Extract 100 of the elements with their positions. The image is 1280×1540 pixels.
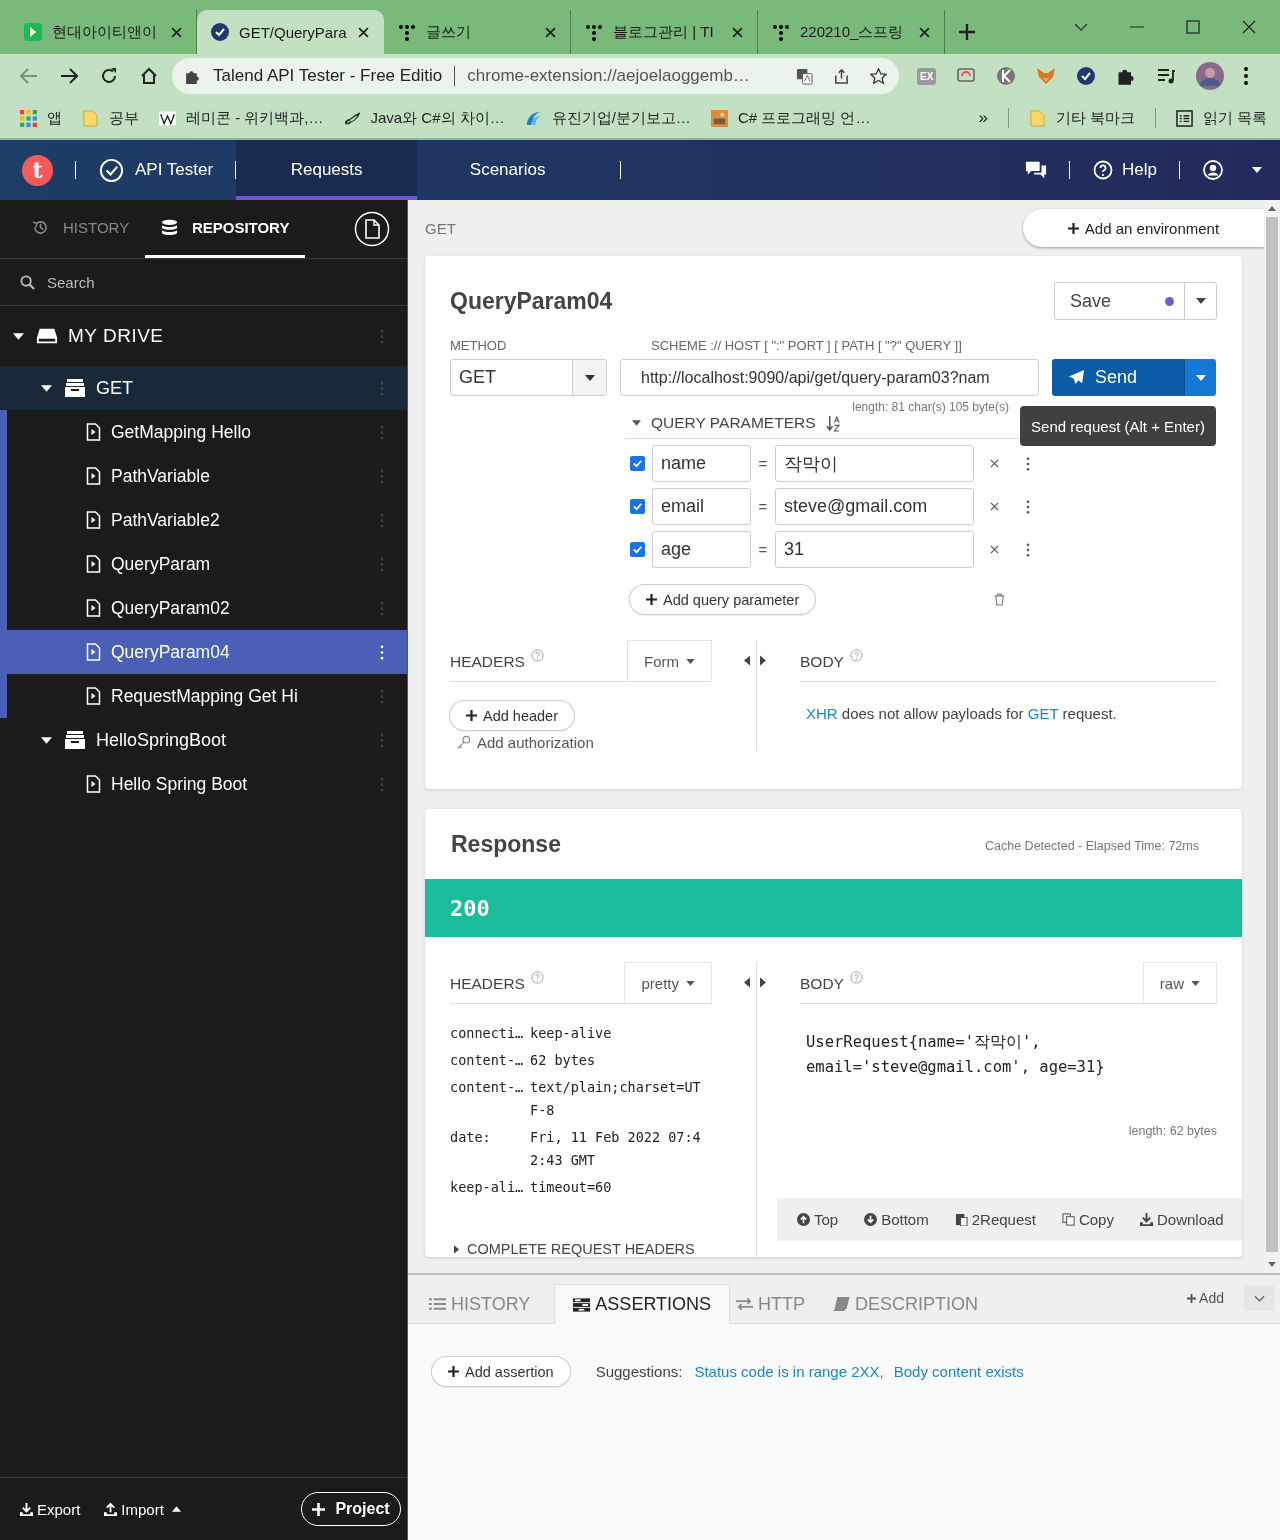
collapse-left-icon[interactable] bbox=[744, 977, 750, 988]
reload-icon[interactable] bbox=[100, 67, 118, 85]
browser-tab[interactable]: GET/QueryPara bbox=[197, 10, 384, 54]
tree-item[interactable]: QueryParam bbox=[7, 542, 407, 586]
method-select[interactable]: GET bbox=[450, 359, 607, 396]
check-circle-icon[interactable] bbox=[1076, 66, 1097, 86]
tree-item[interactable]: PathVariable bbox=[7, 454, 407, 498]
sidebar-tab[interactable]: REPOSITORY bbox=[145, 200, 306, 258]
star-icon[interactable] bbox=[870, 67, 887, 85]
close-icon[interactable] bbox=[919, 26, 930, 38]
mode-dropdown[interactable]: pretty bbox=[624, 962, 712, 1003]
tree-item[interactable]: GET bbox=[0, 366, 407, 410]
tree-item[interactable]: HelloSpringBoot bbox=[0, 718, 407, 762]
tree-item[interactable]: MY DRIVE bbox=[0, 306, 407, 366]
param-value-field[interactable]: steve@gmail.com bbox=[775, 488, 974, 525]
link[interactable]: GET bbox=[1027, 705, 1059, 722]
tree-item[interactable]: QueryParam02 bbox=[7, 586, 407, 630]
send-menu-button[interactable] bbox=[1184, 359, 1216, 396]
export-button[interactable]: Export bbox=[20, 1500, 81, 1518]
mode-dropdown[interactable]: Form bbox=[627, 640, 712, 681]
more-bookmarks[interactable]: » bbox=[978, 108, 988, 128]
suggestion-link[interactable]: Status code is in range 2XX, bbox=[694, 1363, 884, 1380]
maximize-icon[interactable] bbox=[1186, 20, 1200, 34]
checkbox[interactable] bbox=[630, 542, 645, 557]
avatar[interactable] bbox=[1196, 62, 1225, 90]
collapse-button[interactable] bbox=[1244, 1285, 1274, 1311]
trash-icon[interactable] bbox=[994, 593, 1006, 606]
section-toggle[interactable]: COMPLETE REQUEST HEADERS bbox=[450, 1241, 695, 1257]
bookmark[interactable]: 유진기업/분기보고… bbox=[524, 108, 691, 128]
chat-icon[interactable] bbox=[1025, 160, 1048, 180]
search-field[interactable]: Search bbox=[45, 272, 349, 292]
close-icon[interactable] bbox=[990, 459, 999, 468]
checkbox[interactable] bbox=[630, 499, 645, 514]
add-authorization-link[interactable]: Add authorization bbox=[450, 734, 594, 751]
k-circle-icon[interactable] bbox=[996, 66, 1017, 86]
close-icon[interactable] bbox=[990, 502, 999, 511]
action-button[interactable]: Download bbox=[1139, 1211, 1224, 1228]
param-name-field[interactable]: email bbox=[652, 488, 751, 525]
scroll-down-icon[interactable] bbox=[1268, 1262, 1276, 1267]
collapse-left-icon[interactable] bbox=[744, 655, 750, 666]
action-button[interactable]: Bottom bbox=[864, 1211, 929, 1228]
param-value-field[interactable]: 31 bbox=[775, 531, 974, 568]
section-toggle[interactable]: QUERY PARAMETERS bbox=[632, 414, 816, 432]
close-icon[interactable] bbox=[358, 26, 369, 38]
forward-icon[interactable] bbox=[60, 67, 78, 85]
tree-item[interactable]: RequestMapping Get Hi bbox=[7, 674, 407, 718]
add-parameter-button[interactable]: Add query parameter bbox=[630, 585, 816, 614]
share-icon[interactable] bbox=[833, 67, 850, 85]
checkbox[interactable] bbox=[630, 456, 645, 471]
add-header-button[interactable]: Add header bbox=[450, 701, 574, 730]
close-icon[interactable] bbox=[732, 26, 743, 38]
mode-dropdown[interactable]: raw bbox=[1142, 962, 1217, 1003]
user-icon[interactable] bbox=[1202, 160, 1224, 180]
tree-item[interactable]: Hello Spring Boot bbox=[0, 762, 407, 806]
bookmark[interactable]: C# 프로그래밍 언… bbox=[710, 108, 871, 128]
sort-icon[interactable] bbox=[825, 414, 841, 432]
import-button[interactable]: Import bbox=[104, 1500, 181, 1518]
action-button[interactable]: Copy bbox=[1061, 1211, 1114, 1228]
new-document-icon[interactable] bbox=[354, 211, 390, 247]
sidebar-tab[interactable]: HISTORY bbox=[0, 200, 146, 258]
expand-right-icon[interactable] bbox=[760, 977, 766, 988]
link[interactable]: XHR bbox=[806, 705, 838, 722]
send-button[interactable]: Send bbox=[1052, 359, 1184, 396]
address-bar[interactable]: Talend API Tester - Free Editio chrome-extension://aejoelaoggemb… bbox=[172, 58, 899, 94]
action-button[interactable]: Top bbox=[797, 1211, 839, 1228]
more-icon[interactable] bbox=[1026, 456, 1030, 471]
tree-item[interactable]: QueryParam04 bbox=[7, 630, 407, 674]
bookmark[interactable]: 레미콘 - 위키백과,… bbox=[159, 108, 324, 128]
param-name-field[interactable]: age bbox=[652, 531, 751, 568]
media-icon[interactable] bbox=[1156, 66, 1177, 86]
caret-icon[interactable] bbox=[1252, 167, 1262, 173]
expand-right-icon[interactable] bbox=[760, 655, 766, 666]
reading-list[interactable]: 읽기 목록 bbox=[1176, 108, 1268, 128]
home-icon[interactable] bbox=[140, 67, 158, 85]
add-environment-button[interactable]: Add an environment bbox=[1023, 209, 1264, 247]
action-button[interactable]: 2Request bbox=[954, 1211, 1036, 1228]
scroll-up-icon[interactable] bbox=[1268, 206, 1276, 211]
tree-item[interactable]: PathVariable2 bbox=[7, 498, 407, 542]
add-assertion-button[interactable]: Add assertion bbox=[432, 1357, 570, 1386]
nav-tab[interactable]: Scenarios bbox=[417, 140, 599, 200]
nav-tab[interactable]: Requests bbox=[236, 140, 418, 200]
panel-tab[interactable]: ASSERTIONS bbox=[554, 1284, 731, 1324]
param-value-field[interactable]: 작막이 bbox=[775, 445, 974, 482]
close-icon[interactable] bbox=[1242, 20, 1256, 34]
add-button[interactable]: Add bbox=[1187, 1290, 1224, 1306]
help-button[interactable]: Help bbox=[1092, 160, 1157, 180]
chevron-down-icon[interactable] bbox=[1074, 23, 1088, 31]
bookmark[interactable]: 공부 bbox=[82, 108, 139, 128]
more-icon[interactable] bbox=[1244, 67, 1249, 85]
translate-icon[interactable] bbox=[796, 67, 813, 85]
param-name-field[interactable]: name bbox=[652, 445, 751, 482]
bookmark[interactable]: 앱 bbox=[20, 108, 62, 128]
close-icon[interactable] bbox=[171, 26, 182, 38]
close-icon[interactable] bbox=[545, 26, 556, 38]
bookmark[interactable]: Java와 C#의 차이… bbox=[343, 108, 505, 128]
close-icon[interactable] bbox=[990, 545, 999, 554]
bookmark-folder[interactable]: 기타 북마크 bbox=[1028, 108, 1136, 128]
tree-item[interactable]: GetMapping Hello bbox=[7, 410, 407, 454]
more-icon[interactable] bbox=[1026, 542, 1030, 557]
new-tab-icon[interactable] bbox=[959, 24, 975, 40]
